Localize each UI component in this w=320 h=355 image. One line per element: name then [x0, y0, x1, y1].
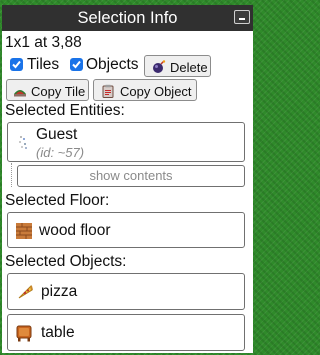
clipboard-icon [102, 84, 114, 98]
floor-name: wood floor [39, 222, 111, 239]
show-contents-button[interactable]: show contents [17, 165, 245, 187]
minimize-icon [239, 18, 245, 20]
selected-objects-heading: Selected Objects: [5, 253, 127, 270]
objects-label[interactable]: Objects [86, 56, 139, 74]
copy-object-button-label: Copy Object [120, 84, 192, 99]
selected-entities-heading: Selected Entities: [5, 102, 125, 119]
copy-object-button[interactable]: Copy Object [93, 79, 197, 101]
checkmark-icon [72, 60, 81, 69]
floor-card[interactable]: wood floor [7, 212, 245, 248]
tiles-label[interactable]: Tiles [27, 56, 59, 74]
delete-button-label: Delete [170, 60, 208, 75]
object-name: pizza [41, 283, 78, 300]
entity-name: Guest [36, 126, 78, 143]
tiles-checkbox[interactable] [10, 58, 23, 71]
window-title: Selection Info [77, 9, 178, 27]
bomb-icon [153, 60, 166, 73]
object-card-pizza[interactable]: pizza [7, 273, 245, 310]
entity-card-guest[interactable]: Guest (id: ~57) [7, 122, 245, 162]
guest-sprite-icon [19, 136, 27, 149]
table-icon [16, 325, 32, 342]
wood-floor-icon [16, 223, 32, 239]
selection-info-panel: Selection Info 1x1 at 3,88 Tiles Objects [2, 5, 253, 353]
objects-checkbox[interactable] [70, 58, 83, 71]
minimize-button[interactable] [234, 10, 250, 24]
tile-icon [14, 90, 26, 97]
tree-connector [11, 163, 12, 187]
object-name: table [41, 324, 75, 341]
entity-id: (id: ~57) [36, 145, 85, 160]
checkmark-icon [12, 60, 21, 69]
object-card-table[interactable]: table [7, 314, 245, 351]
panel-content: 1x1 at 3,88 Tiles Objects Delete Copy Ti… [2, 31, 253, 353]
copy-tile-button-label: Copy Tile [31, 84, 86, 99]
titlebar: Selection Info [2, 5, 253, 31]
pizza-icon [18, 285, 33, 299]
selected-floor-heading: Selected Floor: [5, 192, 110, 209]
copy-tile-button[interactable]: Copy Tile [6, 79, 89, 101]
selection-size-position: 1x1 at 3,88 [5, 34, 82, 51]
delete-button[interactable]: Delete [144, 55, 211, 77]
